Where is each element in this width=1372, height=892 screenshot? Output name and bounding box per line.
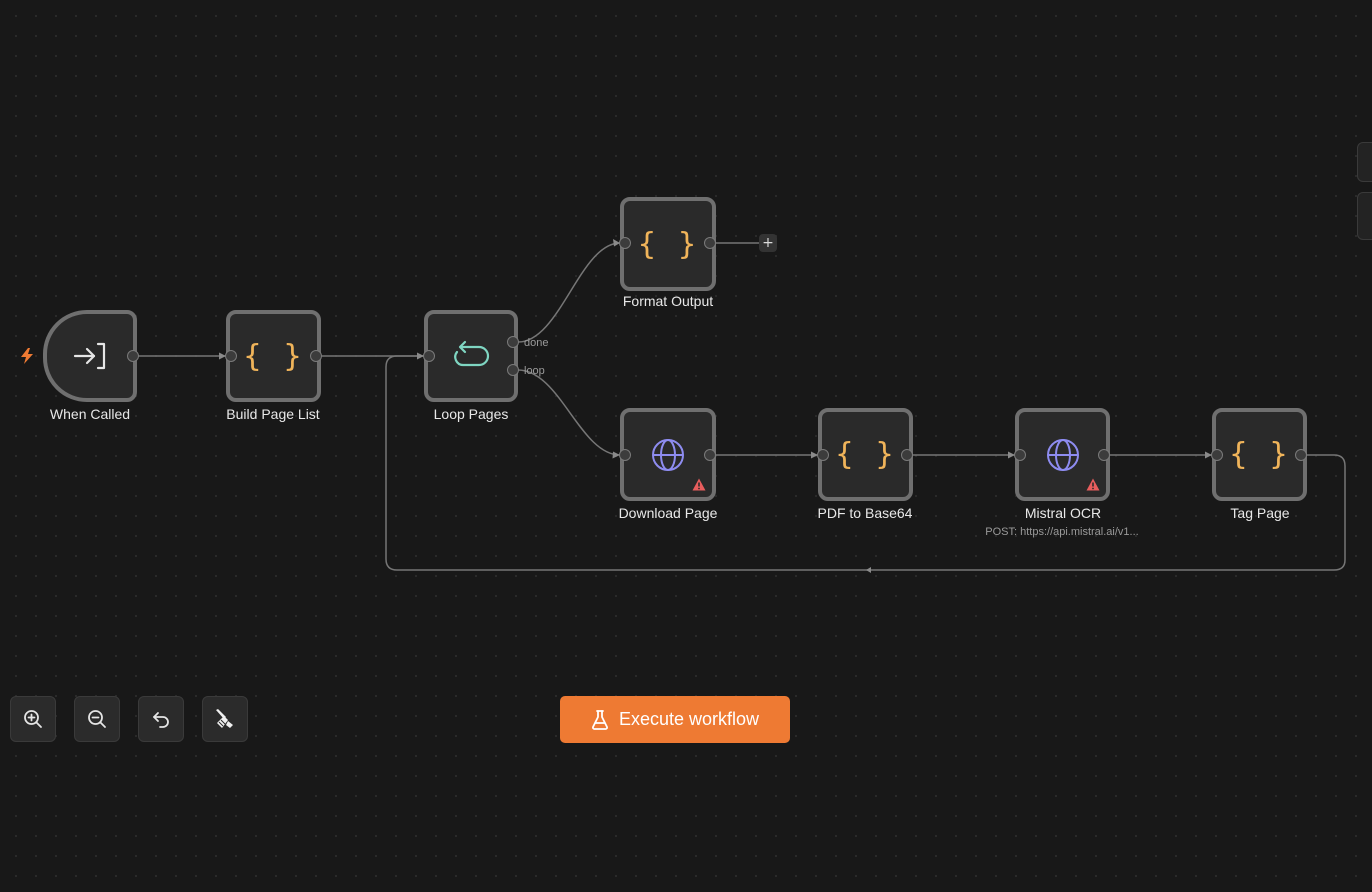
arrow-right-to-bracket-icon: [73, 342, 106, 370]
code-braces-icon: { }: [835, 437, 896, 472]
port-label-loop: loop: [524, 365, 545, 377]
flask-icon: [591, 709, 608, 730]
port-label-done: done: [524, 337, 549, 349]
globe-icon: [652, 438, 684, 471]
output-port-loop[interactable]: [507, 364, 519, 376]
broom-icon: [216, 709, 233, 728]
tidy-up-button[interactable]: [202, 696, 248, 742]
node-label-build-page-list: Build Page List: [226, 406, 320, 422]
node-label-when-called: When Called: [49, 406, 131, 422]
zoom-in-button[interactable]: [10, 696, 56, 742]
code-braces-icon: { }: [1229, 437, 1290, 472]
output-port-done[interactable]: [507, 336, 519, 348]
warning-icon[interactable]: [692, 478, 706, 491]
input-port[interactable]: [225, 350, 237, 362]
node-mistral-ocr[interactable]: [1015, 408, 1110, 501]
code-braces-icon: { }: [243, 338, 304, 374]
node-tag-page[interactable]: { }: [1212, 408, 1307, 501]
input-port[interactable]: [1211, 449, 1223, 461]
node-loop-pages[interactable]: [424, 310, 518, 402]
node-build-page-list[interactable]: { }: [226, 310, 321, 402]
output-port[interactable]: [901, 449, 913, 461]
undo-icon: [153, 712, 169, 728]
output-port[interactable]: [704, 449, 716, 461]
output-port[interactable]: [704, 237, 716, 249]
side-panel-tab[interactable]: [1357, 192, 1372, 240]
node-label-tag-page: Tag Page: [1230, 505, 1290, 521]
warning-icon[interactable]: [1086, 478, 1100, 491]
input-port[interactable]: [1014, 449, 1026, 461]
workflow-canvas[interactable]: When Called { } Build Page List done loo…: [0, 0, 1372, 892]
zoom-out-button[interactable]: [74, 696, 120, 742]
output-port[interactable]: [127, 350, 139, 362]
node-label-pdf-to-base64: PDF to Base64: [817, 505, 913, 521]
add-node-button[interactable]: +: [759, 234, 777, 252]
node-label-mistral-ocr: Mistral OCR: [1024, 505, 1102, 521]
input-port[interactable]: [619, 237, 631, 249]
reset-zoom-button[interactable]: [138, 696, 184, 742]
zoom-in-icon: [24, 710, 42, 728]
node-pdf-to-base64[interactable]: { }: [818, 408, 913, 501]
node-label-format-output: Format Output: [622, 293, 714, 309]
output-port[interactable]: [1295, 449, 1307, 461]
node-subtitle-mistral-ocr: POST: https://api.mistral.ai/v1...: [985, 526, 1139, 538]
node-download-page[interactable]: [620, 408, 716, 501]
node-format-output[interactable]: { }: [620, 197, 716, 291]
output-port[interactable]: [310, 350, 322, 362]
trigger-bolt-icon: [21, 348, 33, 364]
zoom-out-icon: [88, 710, 106, 728]
output-port[interactable]: [1098, 449, 1110, 461]
node-when-called[interactable]: [43, 310, 137, 402]
input-port[interactable]: [423, 350, 435, 362]
globe-icon: [1046, 438, 1079, 471]
node-label-loop-pages: Loop Pages: [433, 406, 509, 422]
node-label-download-page: Download Page: [618, 505, 718, 521]
input-port[interactable]: [619, 449, 631, 461]
code-braces-icon: { }: [637, 226, 699, 262]
execute-workflow-button[interactable]: Execute workflow: [560, 696, 790, 743]
input-port[interactable]: [817, 449, 829, 461]
loop-icon: [454, 340, 490, 367]
side-panel-tab[interactable]: [1357, 142, 1372, 182]
execute-workflow-label: Execute workflow: [618, 709, 760, 729]
